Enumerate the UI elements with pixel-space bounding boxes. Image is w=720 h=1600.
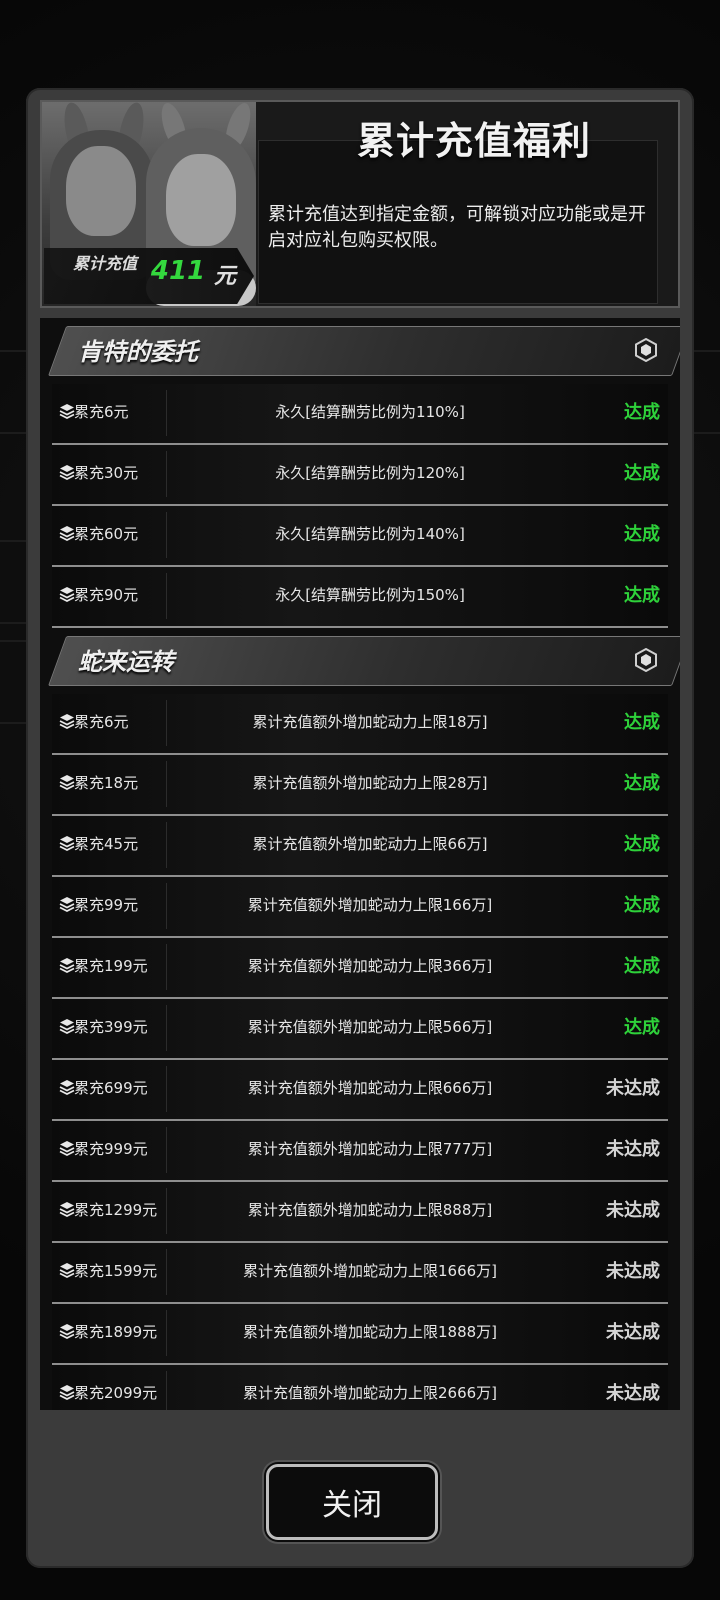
divider <box>166 1371 167 1410</box>
divider <box>166 1127 167 1173</box>
reward-description: 累计充值额外增加蛇动力上限366万] <box>247 957 493 975</box>
status-badge: 未达成 <box>606 1383 660 1404</box>
reward-description: 累计充值额外增加蛇动力上限66万] <box>252 835 488 853</box>
status-badge: 达成 <box>624 585 660 606</box>
requirement-label: 累充99元 <box>74 896 139 914</box>
total-recharge-value: 411 <box>150 256 206 286</box>
reward-row: 累充30元 永久[结算酬劳比例为120%] 达成 <box>52 445 668 506</box>
divider <box>166 700 167 746</box>
reward-description: 累计充值额外增加蛇动力上限566万] <box>247 1018 493 1036</box>
requirement-label: 累充90元 <box>74 586 139 604</box>
status-badge: 未达成 <box>606 1139 660 1160</box>
reward-row: 累充1299元 累计充值额外增加蛇动力上限888万] 未达成 <box>52 1182 668 1243</box>
divider <box>166 944 167 990</box>
requirement-label: 累充699元 <box>74 1079 148 1097</box>
divider <box>166 761 167 807</box>
total-recharge-unit: 元 <box>214 264 237 289</box>
status-badge: 达成 <box>624 712 660 733</box>
requirement-label: 累充1899元 <box>74 1323 158 1341</box>
requirement-label: 累充6元 <box>74 403 129 421</box>
reward-description: 累计充值额外增加蛇动力上限2666万] <box>242 1384 498 1402</box>
status-badge: 达成 <box>624 895 660 916</box>
status-badge: 未达成 <box>606 1322 660 1343</box>
reward-description: 累计充值额外增加蛇动力上限666万] <box>247 1079 493 1097</box>
reward-row: 累充6元 永久[结算酬劳比例为110%] 达成 <box>52 384 668 445</box>
reward-row: 累充6元 累计充值额外增加蛇动力上限18万] 达成 <box>52 694 668 755</box>
divider <box>166 1005 167 1051</box>
divider <box>166 512 167 558</box>
status-badge: 达成 <box>624 1017 660 1038</box>
reward-description: 累计充值额外增加蛇动力上限777万] <box>247 1140 493 1158</box>
reward-row: 累充199元 累计充值额外增加蛇动力上限366万] 达成 <box>52 938 668 999</box>
reward-description: 永久[结算酬劳比例为110%] <box>275 403 465 421</box>
requirement-label: 累充30元 <box>74 464 139 482</box>
section-title: 蛇来运转 <box>78 648 174 676</box>
reward-row: 累充45元 累计充值额外增加蛇动力上限66万] 达成 <box>52 816 668 877</box>
divider <box>166 822 167 868</box>
hexagon-badge-icon[interactable] <box>634 647 658 673</box>
requirement-label: 累充2099元 <box>74 1384 158 1402</box>
reward-description: 永久[结算酬劳比例为150%] <box>275 586 465 604</box>
requirement-label: 累充199元 <box>74 957 148 975</box>
reward-description: 永久[结算酬劳比例为140%] <box>275 525 465 543</box>
status-badge: 未达成 <box>606 1200 660 1221</box>
total-recharge-label: 累计充值 <box>72 254 137 273</box>
divider <box>166 573 167 619</box>
section-title: 肯特的委托 <box>78 338 198 366</box>
reward-row: 累充90元 永久[结算酬劳比例为150%] 达成 <box>52 567 668 628</box>
divider <box>166 1188 167 1234</box>
requirement-label: 累充1299元 <box>74 1201 158 1219</box>
requirement-label: 累充45元 <box>74 835 139 853</box>
reward-description: 累计充值额外增加蛇动力上限28万] <box>252 774 488 792</box>
requirement-label: 累充399元 <box>74 1018 148 1036</box>
reward-description: 累计充值额外增加蛇动力上限1666万] <box>242 1262 498 1280</box>
panel-header: 累计充值 411 元 累计充值福利 累计充值达到指定金额，可解锁对应功能或是开启… <box>40 100 680 308</box>
reward-row: 累充999元 累计充值额外增加蛇动力上限777万] 未达成 <box>52 1121 668 1182</box>
requirement-label: 累充6元 <box>74 713 129 731</box>
divider <box>166 1249 167 1295</box>
status-badge: 达成 <box>624 524 660 545</box>
reward-description: 累计充值额外增加蛇动力上限888万] <box>247 1201 493 1219</box>
divider <box>166 390 167 436</box>
page-title: 累计充值福利 <box>356 119 591 163</box>
requirement-label: 累充999元 <box>74 1140 148 1158</box>
reward-row: 累充18元 累计充值额外增加蛇动力上限28万] 达成 <box>52 755 668 816</box>
hexagon-badge-icon[interactable] <box>634 337 658 363</box>
divider <box>166 1310 167 1356</box>
reward-description: 累计充值额外增加蛇动力上限1888万] <box>242 1323 498 1341</box>
requirement-label: 累充60元 <box>74 525 139 543</box>
reward-row: 累充2099元 累计充值额外增加蛇动力上限2666万] 未达成 <box>52 1365 668 1410</box>
reward-description: 永久[结算酬劳比例为120%] <box>275 464 465 482</box>
reward-list[interactable]: 肯特的委托 累充6元 永久[结算酬劳比例为110%] 达成 累充30元 永久[结算酬劳比例… <box>40 318 680 1410</box>
requirement-label: 累充1599元 <box>74 1262 158 1280</box>
divider <box>166 883 167 929</box>
reward-row: 累充1899元 累计充值额外增加蛇动力上限1888万] 未达成 <box>52 1304 668 1365</box>
divider <box>166 451 167 497</box>
reward-row: 累充399元 累计充值额外增加蛇动力上限566万] 达成 <box>52 999 668 1060</box>
reward-row: 累充99元 累计充值额外增加蛇动力上限166万] 达成 <box>52 877 668 938</box>
close-button[interactable]: 关闭 <box>266 1464 438 1540</box>
divider <box>166 1066 167 1112</box>
section-header: 肯特的委托 <box>48 326 680 384</box>
status-badge: 未达成 <box>606 1078 660 1099</box>
status-badge: 达成 <box>624 402 660 423</box>
reward-description: 累计充值额外增加蛇动力上限18万] <box>252 713 488 731</box>
section-header: 蛇来运转 <box>48 636 680 694</box>
reward-row: 累充699元 累计充值额外增加蛇动力上限666万] 未达成 <box>52 1060 668 1121</box>
reward-description: 累计充值额外增加蛇动力上限166万] <box>247 896 493 914</box>
status-badge: 达成 <box>624 463 660 484</box>
panel-description: 累计充值达到指定金额，可解锁对应功能或是开启对应礼包购买权限。 <box>268 204 646 251</box>
status-badge: 达成 <box>624 834 660 855</box>
status-badge: 达成 <box>624 773 660 794</box>
status-badge: 达成 <box>624 956 660 977</box>
requirement-label: 累充18元 <box>74 774 139 792</box>
reward-row: 累充60元 永久[结算酬劳比例为140%] 达成 <box>52 506 668 567</box>
total-recharge-badge: 累计充值 411 元 <box>44 248 254 304</box>
reward-row: 累充1599元 累计充值额外增加蛇动力上限1666万] 未达成 <box>52 1243 668 1304</box>
recharge-rewards-panel: 累计充值 411 元 累计充值福利 累计充值达到指定金额，可解锁对应功能或是开启… <box>26 88 694 1568</box>
status-badge: 未达成 <box>606 1261 660 1282</box>
